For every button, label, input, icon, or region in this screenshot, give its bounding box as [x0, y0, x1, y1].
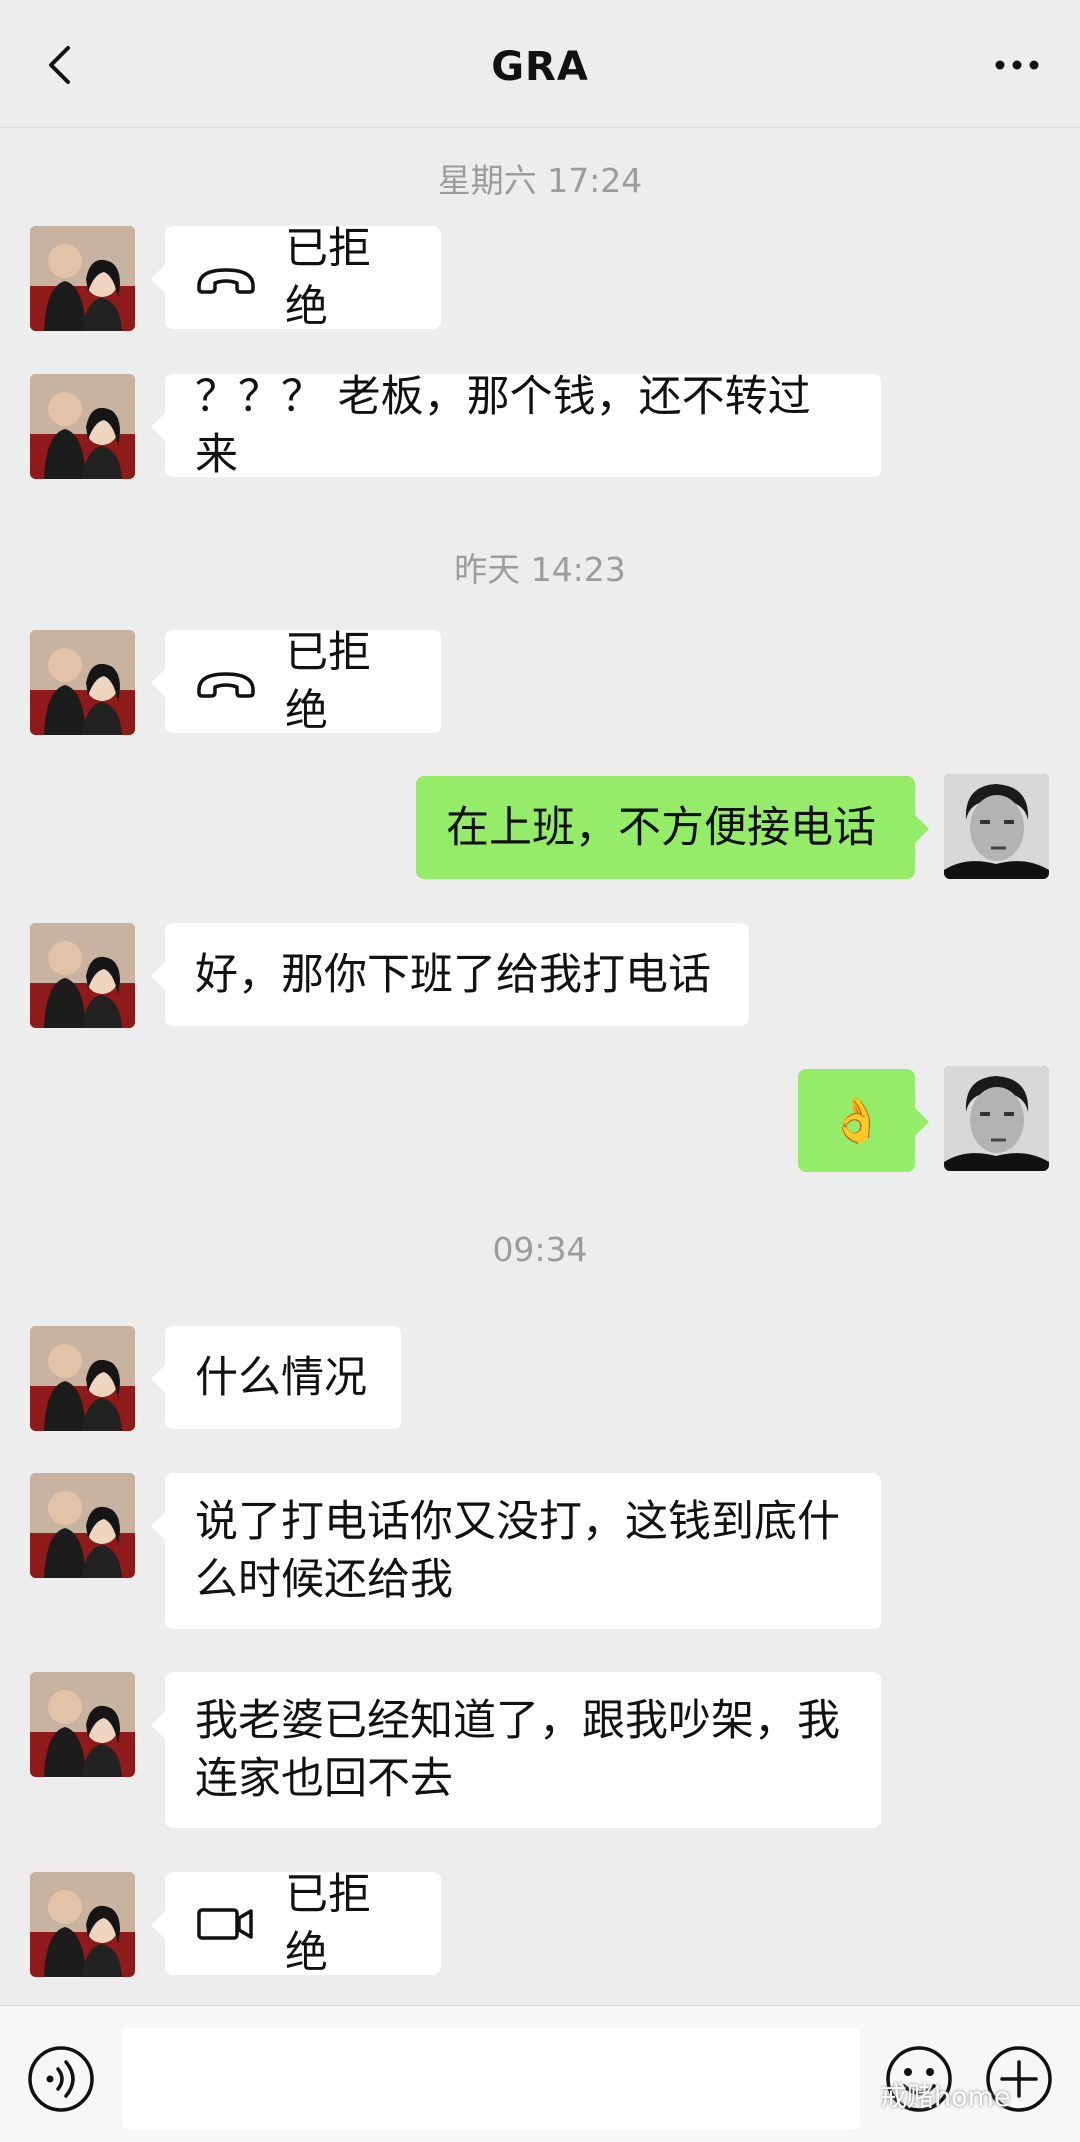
- message-text: 在上班，不方便接电话: [446, 802, 876, 853]
- chat-title: GRA: [491, 44, 589, 90]
- message-text: 已拒绝: [285, 223, 371, 332]
- message-bubble[interactable]: 什么情况: [151, 1326, 401, 1429]
- message-bubble[interactable]: 好，那你下班了给我打电话: [151, 923, 749, 1026]
- phone-hangup-icon: [197, 671, 255, 698]
- contact-avatar[interactable]: [30, 923, 135, 1028]
- voice-icon[interactable]: [26, 2044, 96, 2114]
- contact-avatar[interactable]: [30, 1872, 135, 1977]
- message-text: 什么情况: [195, 1352, 367, 1403]
- message-text: 已拒绝: [285, 1869, 371, 1978]
- message-bubble[interactable]: 我老婆已经知道了，跟我吵架，我 连家也回不去: [151, 1672, 881, 1828]
- chat-header: GRA: [0, 0, 1080, 128]
- contact-avatar[interactable]: [30, 1326, 135, 1431]
- timestamp: 昨天 14:23: [454, 550, 626, 589]
- message-bubble[interactable]: 已拒绝: [151, 1870, 441, 1978]
- self-avatar[interactable]: [944, 774, 1049, 879]
- message-bubble[interactable]: ？？？ 老板，那个钱，还不转过来: [151, 372, 881, 480]
- message-text-line: 说了打电话你又没打，这钱到底什: [195, 1497, 840, 1547]
- contact-avatar[interactable]: [30, 1473, 135, 1578]
- message-bubble[interactable]: 已拒绝: [151, 628, 441, 736]
- message-bubble[interactable]: 说了打电话你又没打，这钱到底什 么时候还给我: [151, 1473, 881, 1629]
- message-bubble-self[interactable]: 👌: [798, 1069, 929, 1172]
- timestamp: 09:34: [492, 1230, 588, 1269]
- message-text: 好，那你下班了给我打电话: [195, 949, 711, 1000]
- watermark: 戒赌home: [880, 2082, 1011, 2113]
- contact-avatar[interactable]: [30, 374, 135, 479]
- phone-hangup-icon: [197, 267, 255, 294]
- input-bar: [0, 2005, 1080, 2142]
- more-icon[interactable]: [992, 50, 1042, 80]
- contact-avatar[interactable]: [30, 1672, 135, 1777]
- contact-avatar[interactable]: [30, 630, 135, 735]
- message-bubble-self[interactable]: 在上班，不方便接电话: [416, 776, 929, 879]
- message-text: ？？？ 老板，那个钱，还不转过来: [195, 371, 811, 480]
- ok-hand-emoji: 👌: [829, 1094, 884, 1146]
- video-camera-icon: [197, 1907, 253, 1940]
- self-avatar[interactable]: [944, 1066, 1049, 1171]
- message-bubble[interactable]: 已拒绝: [151, 224, 441, 332]
- contact-avatar[interactable]: [30, 226, 135, 331]
- timestamp: 星期六 17:24: [437, 161, 643, 200]
- message-text-line: 么时候还给我: [195, 1555, 453, 1605]
- message-text: 已拒绝: [285, 627, 371, 736]
- message-input[interactable]: [122, 2028, 860, 2130]
- message-text-line: 我老婆已经知道了，跟我吵架，我: [195, 1696, 840, 1746]
- message-text-line: 连家也回不去: [195, 1754, 453, 1804]
